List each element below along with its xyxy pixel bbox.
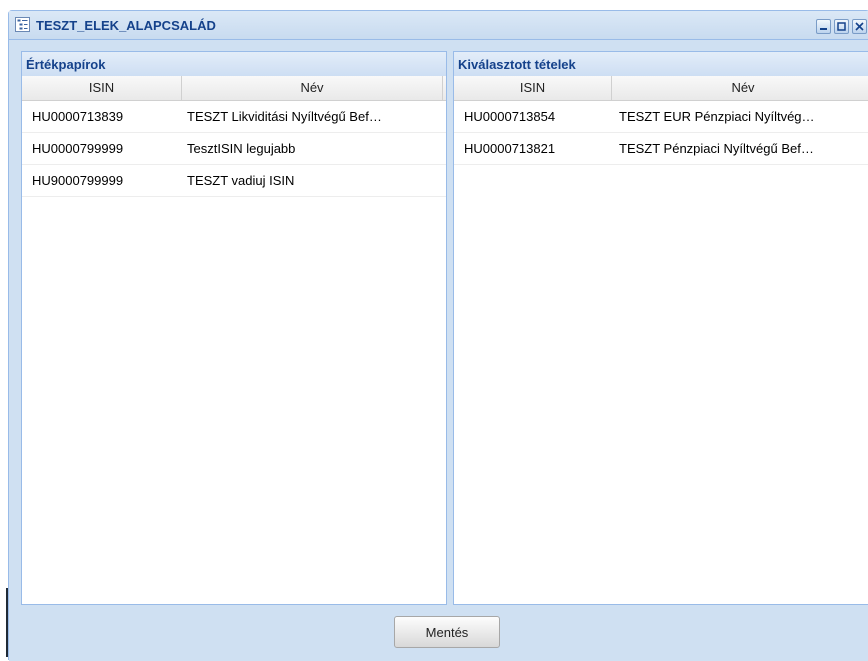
isin-cell: HU9000799999	[32, 173, 124, 188]
securities-grid-header: ISIN Név	[22, 76, 446, 101]
table-row[interactable]: HU0000799999 TesztISIN legujabb	[22, 133, 446, 165]
selected-items-panel-header: Kiválasztott tételek	[454, 52, 868, 77]
securities-panel-title: Értékpapírok	[26, 57, 106, 72]
securities-grid-body: HU0000713839 TESZT Likviditási Nyíltvégű…	[22, 101, 446, 197]
column-header-isin[interactable]: ISIN	[22, 76, 182, 100]
table-row[interactable]: HU0000713854 TESZT EUR Pénzpiaci Nyíltvé…	[454, 101, 868, 133]
selected-items-panel-title: Kiválasztott tételek	[458, 57, 576, 72]
isin-cell: HU0000799999	[32, 141, 124, 156]
minimize-icon	[820, 28, 827, 30]
minimize-button[interactable]	[816, 19, 831, 34]
securities-panel: Értékpapírok ISIN Név HU0000713839 TESZT…	[21, 51, 447, 605]
name-cell: TESZT Pénzpiaci Nyíltvégű Bef…	[619, 141, 814, 156]
selected-grid-header: ISIN Név	[454, 76, 868, 101]
name-cell: TESZT Likviditási Nyíltvégű Bef…	[187, 109, 382, 124]
isin-cell: HU0000713839	[32, 109, 124, 124]
dialog-window: TESZT_ELEK_ALAPCSALÁD Értékpapírok ISIN …	[8, 10, 868, 661]
window-titlebar[interactable]: TESZT_ELEK_ALAPCSALÁD	[9, 11, 868, 40]
securities-panel-header: Értékpapírok	[22, 52, 446, 77]
table-row[interactable]: HU9000799999 TESZT vadiuj ISIN	[22, 165, 446, 197]
tree-list-icon	[15, 17, 30, 32]
name-cell: TesztISIN legujabb	[187, 141, 296, 156]
isin-cell: HU0000713854	[464, 109, 556, 124]
table-row[interactable]: HU0000713821 TESZT Pénzpiaci Nyíltvégű B…	[454, 133, 868, 165]
selected-items-panel: Kiválasztott tételek ISIN Név HU00007138…	[453, 51, 868, 605]
window-title: TESZT_ELEK_ALAPCSALÁD	[36, 18, 216, 33]
save-button[interactable]: Mentés	[394, 616, 500, 648]
selected-grid-body: HU0000713854 TESZT EUR Pénzpiaci Nyíltvé…	[454, 101, 868, 165]
background-edge	[0, 0, 9, 657]
column-header-name[interactable]: Név	[182, 76, 443, 100]
column-header-name[interactable]: Név	[612, 76, 868, 100]
name-cell: TESZT EUR Pénzpiaci Nyíltvég…	[619, 109, 815, 124]
close-button[interactable]	[852, 19, 867, 34]
column-header-isin[interactable]: ISIN	[454, 76, 612, 100]
maximize-button[interactable]	[834, 19, 849, 34]
isin-cell: HU0000713821	[464, 141, 556, 156]
maximize-icon	[837, 22, 846, 31]
name-cell: TESZT vadiuj ISIN	[187, 173, 295, 188]
close-icon	[855, 22, 864, 31]
table-row[interactable]: HU0000713839 TESZT Likviditási Nyíltvégű…	[22, 101, 446, 133]
